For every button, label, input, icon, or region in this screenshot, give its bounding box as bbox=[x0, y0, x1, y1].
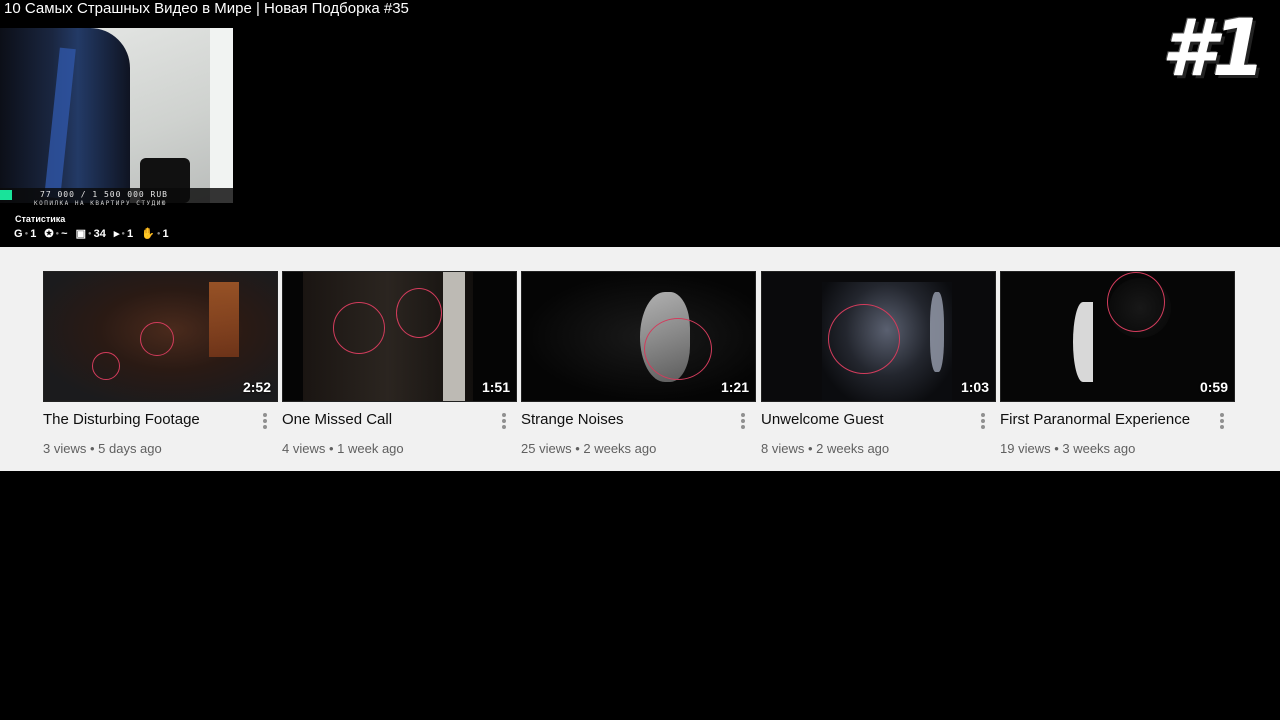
card-title[interactable]: Strange Noises bbox=[521, 411, 721, 428]
twitch-icon: ▣ bbox=[75, 228, 86, 240]
stat-value: 1 bbox=[30, 227, 37, 240]
donation-progress-fill bbox=[0, 190, 12, 200]
card-title[interactable]: Unwelcome Guest bbox=[761, 411, 961, 428]
video-card[interactable]: 1:21 Strange Noises 25 views • 2 weeks a… bbox=[521, 271, 756, 456]
upload-age: 2 weeks ago bbox=[583, 441, 657, 456]
upload-age: 2 weeks ago bbox=[816, 441, 890, 456]
endscreen-panel: 2:52 The Disturbing Footage 3 views • 5 … bbox=[0, 247, 1280, 471]
rank-badge: #1 bbox=[1161, 4, 1266, 94]
card-meta: 19 views • 3 weeks ago bbox=[1000, 441, 1135, 456]
video-card[interactable]: 0:59 First Paranormal Experience 19 view… bbox=[1000, 271, 1235, 456]
stat-hand: ✋ ● 1 bbox=[141, 227, 169, 241]
upload-age: 1 week ago bbox=[337, 441, 404, 456]
video-title: 10 Самых Страшных Видео в Мире | Новая П… bbox=[4, 0, 409, 17]
view-count: 25 views bbox=[521, 441, 572, 456]
stat-twitch: ▣ ● 34 bbox=[75, 227, 106, 241]
g-icon: G bbox=[14, 227, 23, 240]
donation-goal-text: 77 000 / 1 500 000 RUB bbox=[40, 190, 168, 199]
card-title[interactable]: First Paranormal Experience bbox=[1000, 411, 1200, 428]
stats-title: Статистика bbox=[15, 214, 66, 224]
stat-gear: ✪ ● ~ bbox=[44, 227, 68, 241]
stat-g: G ● 1 bbox=[14, 227, 37, 240]
video-card[interactable]: 2:52 The Disturbing Footage 3 views • 5 … bbox=[43, 271, 278, 456]
stat-value: 1 bbox=[127, 227, 134, 240]
webcam-window bbox=[210, 28, 233, 203]
card-meta: 4 views • 1 week ago bbox=[282, 441, 404, 456]
view-count: 4 views bbox=[282, 441, 326, 456]
video-thumbnail[interactable]: 1:03 bbox=[761, 271, 996, 402]
view-count: 19 views bbox=[1000, 441, 1051, 456]
meta-separator: • bbox=[571, 441, 584, 456]
meta-separator: • bbox=[804, 441, 817, 456]
card-title[interactable]: One Missed Call bbox=[282, 411, 482, 428]
upload-age: 5 days ago bbox=[98, 441, 162, 456]
duration-badge: 2:52 bbox=[242, 379, 271, 395]
stat-play: ▸ ● 1 bbox=[113, 227, 134, 241]
video-thumbnail[interactable]: 2:52 bbox=[43, 271, 278, 402]
duration-badge: 0:59 bbox=[1199, 379, 1228, 395]
duration-badge: 1:03 bbox=[960, 379, 989, 395]
video-thumbnail[interactable]: 1:21 bbox=[521, 271, 756, 402]
card-title[interactable]: The Disturbing Footage bbox=[43, 411, 243, 428]
more-options-icon[interactable] bbox=[260, 411, 270, 431]
more-options-icon[interactable] bbox=[499, 411, 509, 431]
stats-row: G ● 1 ✪ ● ~ ▣ ● 34 ▸ ● 1 ✋ ● 1 bbox=[14, 227, 169, 241]
duration-badge: 1:51 bbox=[481, 379, 510, 395]
duration-badge: 1:21 bbox=[720, 379, 749, 395]
more-options-icon[interactable] bbox=[1217, 411, 1227, 431]
more-options-icon[interactable] bbox=[978, 411, 988, 431]
donation-caption: КОПИЛКА НА КВАРТИРУ СТУДИЮ bbox=[34, 200, 167, 207]
card-meta: 3 views • 5 days ago bbox=[43, 441, 162, 456]
stat-value: 34 bbox=[93, 227, 106, 240]
video-card[interactable]: 1:03 Unwelcome Guest 8 views • 2 weeks a… bbox=[761, 271, 996, 456]
more-options-icon[interactable] bbox=[738, 411, 748, 431]
card-meta: 8 views • 2 weeks ago bbox=[761, 441, 889, 456]
video-card[interactable]: 1:51 One Missed Call 4 views • 1 week ag… bbox=[282, 271, 517, 456]
webcam-overlay bbox=[0, 28, 233, 203]
gear-icon: ✪ bbox=[44, 228, 54, 240]
meta-separator: • bbox=[86, 441, 99, 456]
play-icon: ▸ bbox=[113, 228, 120, 240]
meta-separator: • bbox=[1050, 441, 1063, 456]
hand-icon: ✋ bbox=[141, 228, 155, 240]
view-count: 8 views bbox=[761, 441, 805, 456]
video-thumbnail[interactable]: 1:51 bbox=[282, 271, 517, 402]
view-count: 3 views bbox=[43, 441, 87, 456]
stat-value: 1 bbox=[162, 227, 169, 240]
card-meta: 25 views • 2 weeks ago bbox=[521, 441, 656, 456]
upload-age: 3 weeks ago bbox=[1062, 441, 1136, 456]
meta-separator: • bbox=[325, 441, 338, 456]
video-thumbnail[interactable]: 0:59 bbox=[1000, 271, 1235, 402]
stat-value: ~ bbox=[61, 227, 68, 240]
